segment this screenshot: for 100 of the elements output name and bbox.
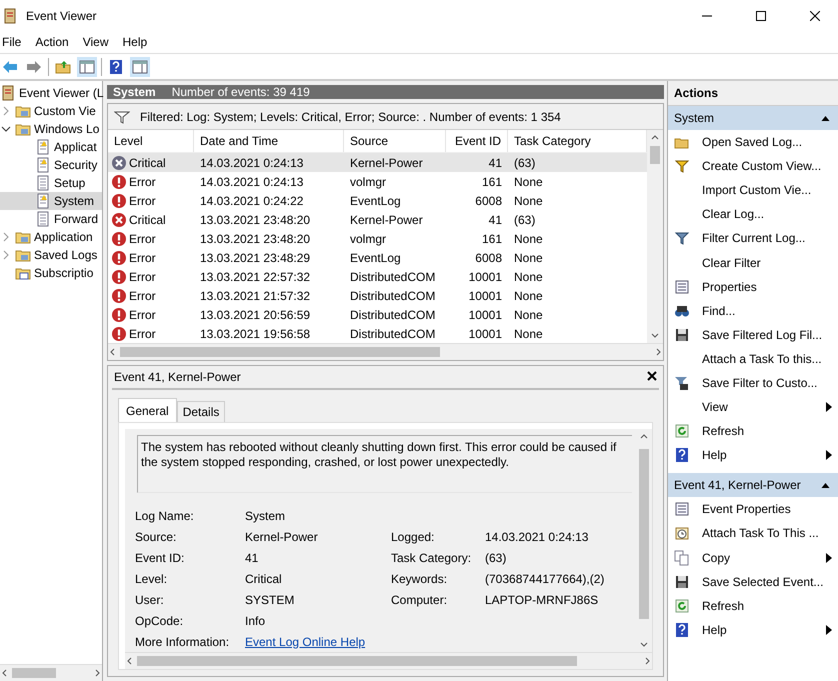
pane-command[interactable]: Clear Log... xyxy=(668,202,838,226)
tree-item[interactable]: Setup xyxy=(0,174,102,192)
table-cell-text: 13.03.2021 21:57:32 xyxy=(199,288,312,302)
pane-icon xyxy=(79,58,95,74)
help-icon xyxy=(674,622,690,638)
tab[interactable]: Details xyxy=(176,401,226,422)
help-link[interactable]: Event Log Online Help xyxy=(245,634,366,648)
menu-item[interactable]: File xyxy=(0,35,30,49)
field-label: Source: xyxy=(135,530,178,544)
tree-item[interactable]: Applicat xyxy=(0,138,102,156)
pane-command[interactable]: Open Saved Log... xyxy=(668,130,838,154)
maximize-icon[interactable] xyxy=(756,10,766,20)
field-value: Info xyxy=(245,614,266,628)
horizontal-scrollbar[interactable] xyxy=(0,664,102,681)
event-row[interactable]: Error 13.03.2021 23:48:29 EventLog 6008 None xyxy=(108,248,647,267)
pane-command[interactable]: Clear Filter xyxy=(668,250,838,275)
table-cell-text: None xyxy=(513,308,544,322)
tree-item[interactable]: Custom Vie xyxy=(0,102,102,120)
tree-item[interactable]: Saved Logs xyxy=(0,246,102,264)
action-pane-toggle-button[interactable] xyxy=(130,56,150,76)
tree-item[interactable]: System xyxy=(0,192,102,210)
pane-command[interactable]: Find... xyxy=(668,298,838,323)
menu-item[interactable]: View xyxy=(80,35,116,49)
field-label: Logged: xyxy=(391,530,436,544)
collapse-icon[interactable] xyxy=(821,114,830,122)
pane-command[interactable]: Filter Current Log... xyxy=(668,226,838,250)
field-label: Computer: xyxy=(391,592,448,606)
pane-command[interactable]: Attach a Task To this... xyxy=(668,346,838,371)
scroll-thumb[interactable] xyxy=(650,146,660,164)
table-cell: Error xyxy=(129,194,156,208)
menu-item[interactable]: Help xyxy=(120,35,156,49)
event-row[interactable]: Error 13.03.2021 21:57:32 DistributedCOM 10001 None xyxy=(108,286,647,305)
pane-command[interactable]: Refresh xyxy=(668,594,838,618)
field-value: LAPTOP-MRNFJ86S xyxy=(485,592,600,606)
close-icon[interactable] xyxy=(810,10,820,20)
pane-command[interactable]: Save Filtered Log Fil... xyxy=(668,322,838,347)
filter-summary: Filtered: Log: System; Levels: Critical, Error; Source: . Number of events: 1 354 xyxy=(140,110,561,124)
scroll-thumb[interactable] xyxy=(120,347,440,357)
table-cell: Error xyxy=(129,308,156,322)
table-cell-text: DistributedCOM xyxy=(349,270,436,284)
column-header[interactable]: Event ID xyxy=(446,130,508,152)
collapse-icon[interactable] xyxy=(821,481,830,490)
window-title: Event Viewer xyxy=(26,8,98,22)
field-label: Keywords: xyxy=(391,572,448,586)
pane-command[interactable]: Refresh xyxy=(668,419,838,444)
horizontal-scrollbar[interactable] xyxy=(125,652,652,669)
section-header[interactable]: Event 41, Kernel-Power xyxy=(668,473,838,498)
tree-item[interactable]: Windows Lo xyxy=(0,120,102,138)
event-row[interactable]: Error 14.03.2021 0:24:13 volmgr 161 None xyxy=(108,172,647,191)
table-cell-text: None xyxy=(513,194,544,208)
scroll-thumb[interactable] xyxy=(137,656,577,666)
event-row[interactable]: Critical 13.03.2021 23:48:20 Kernel-Power 41 (63) xyxy=(108,210,647,229)
event-row[interactable]: Critical 14.03.2021 0:24:13 Kernel-Power 41 (63) xyxy=(108,153,647,172)
table-cell-text: DistributedCOM xyxy=(349,308,436,322)
table-cell-text: DistributedCOM xyxy=(349,326,436,340)
event-row[interactable]: Error 13.03.2021 19:56:58 DistributedCOM 10001 None xyxy=(108,324,647,343)
column-header[interactable]: Level xyxy=(108,130,194,152)
submenu-arrow-icon xyxy=(826,450,832,460)
pane-command[interactable]: Copy xyxy=(668,546,838,570)
field-label: User: xyxy=(135,592,165,606)
log-icon xyxy=(35,211,51,227)
menu-item[interactable]: Action xyxy=(33,35,77,49)
tree-item[interactable]: Subscriptio xyxy=(0,264,102,282)
scroll-thumb[interactable] xyxy=(12,668,56,678)
scroll-thumb[interactable] xyxy=(639,449,649,619)
table-cell: Error xyxy=(129,250,156,264)
table-cell-text: (63) xyxy=(513,212,536,226)
table-cell-text: 10001 xyxy=(468,308,503,322)
tree-item[interactable]: Security xyxy=(0,156,102,174)
pane-command[interactable]: Import Custom Vie... xyxy=(668,178,838,202)
event-row[interactable]: Error 13.03.2021 22:57:32 DistributedCOM 10001 None xyxy=(108,267,647,286)
pane-command[interactable]: Attach Task To This ... xyxy=(668,521,838,546)
event-row[interactable]: Error 13.03.2021 23:48:20 volmgr 161 None xyxy=(108,229,647,248)
table-cell-text: 6008 xyxy=(474,194,503,208)
table-cell-text: Kernel-Power xyxy=(349,156,424,170)
pane-command[interactable]: Help xyxy=(668,618,838,642)
error-icon xyxy=(111,230,127,246)
pane-command[interactable]: Create Custom View... xyxy=(668,154,838,178)
table-cell-text: 14.03.2021 0:24:13 xyxy=(199,174,304,188)
tree-item[interactable]: Forward xyxy=(0,210,102,228)
tree-item[interactable]: Event Viewer (L xyxy=(0,84,102,102)
pane-command[interactable]: Properties xyxy=(668,274,838,299)
tab[interactable]: General xyxy=(118,398,177,422)
pane-command[interactable]: Save Selected Event... xyxy=(668,570,838,594)
tree-item[interactable]: Application xyxy=(0,228,102,246)
pane-command[interactable]: Save Filter to Custo... xyxy=(668,370,838,396)
vertical-scrollbar[interactable] xyxy=(647,130,663,343)
event-row[interactable]: Error 14.03.2021 0:24:22 EventLog 6008 None xyxy=(108,191,647,210)
submenu-arrow-icon xyxy=(826,402,832,412)
submenu-arrow-icon xyxy=(826,624,832,635)
event-row[interactable]: Error 13.03.2021 20:56:59 DistributedCOM 10001 None xyxy=(108,305,647,324)
column-header[interactable]: Date and Time xyxy=(194,130,344,152)
section-header[interactable]: System xyxy=(668,106,838,130)
pane-command[interactable]: View xyxy=(668,395,838,420)
tree-toggle-button[interactable] xyxy=(77,56,97,76)
table-cell-text: (63) xyxy=(513,156,536,170)
horizontal-scrollbar[interactable] xyxy=(108,343,663,360)
pane-command[interactable]: Event Properties xyxy=(668,497,838,522)
pane-command[interactable]: Help xyxy=(668,443,838,468)
column-header[interactable]: Source xyxy=(344,130,446,152)
